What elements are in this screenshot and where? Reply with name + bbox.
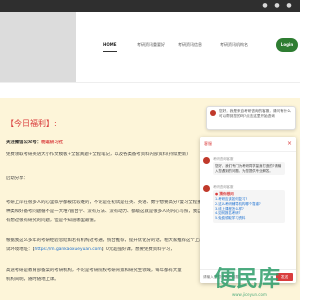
article-paragraph: 有想过很有研究的问题，但是不知道哪里最值。 bbox=[6, 218, 99, 223]
article-paragraph: 机构间明，随时随地上课。 bbox=[6, 277, 59, 282]
paragraph-text: 试环境地址：【 bbox=[6, 247, 35, 252]
consult-invite-bubble[interactable]: 您好，我是来自考研咨询的客服，请问有什么可以帮到您的吗?点击这里开始咨询 bbox=[206, 106, 296, 130]
invite-text: 您好，我是来自考研咨询的客服，请问有什么可以帮到您的吗?点击这里开始咨询 bbox=[219, 109, 291, 118]
site-watermark-url: www.jiceyun.com bbox=[232, 292, 267, 297]
article-title: 【今日福利】: bbox=[6, 119, 57, 128]
article-paragraph: 关注微信公众号：杨逗研习社 bbox=[6, 140, 202, 146]
weibo-icon[interactable]: ● bbox=[274, 3, 280, 9]
paragraph-text: 】0元超强好课，想要免费资料学习， bbox=[101, 247, 175, 252]
greeting-message: 您好，我们专门为考研同学量身打造的?请输入您遇到的问题，为您提供专业解答。 bbox=[213, 162, 285, 176]
article-paragraph: 种类和好备考问题循不是一大堆?圆台学、没有方法、没有动力、都级这就是很多人的内心… bbox=[6, 209, 202, 214]
chat-header: 客服 × bbox=[200, 137, 296, 152]
agent-avatar bbox=[203, 185, 210, 192]
nav-item-2[interactable]: 考研资讯信息 bbox=[178, 42, 202, 48]
faq-item[interactable]: 5.免费领取学习资料 bbox=[215, 216, 283, 221]
site-logo[interactable] bbox=[0, 12, 76, 82]
top-bar: ● ● ● bbox=[0, 0, 300, 12]
chat-title: 客服 bbox=[204, 141, 212, 146]
agent-avatar bbox=[210, 110, 216, 116]
site-header: HOME 考研资讯重要好 考研资讯信息 考研资讯机构名 Login bbox=[0, 12, 300, 83]
qq-icon[interactable]: ● bbox=[286, 3, 292, 9]
wechat-account-name: 杨逗研习社 bbox=[41, 140, 64, 145]
agent-avatar bbox=[203, 157, 210, 164]
chat-window: 客服 × 考研咨询客服 您好，我们专门为考研同学量身打造的?请输入您遇到的问题，… bbox=[200, 137, 296, 283]
nav-item-3[interactable]: 考研资讯机构名 bbox=[220, 42, 248, 48]
login-button[interactable]: Login bbox=[276, 38, 298, 52]
nav-item-1[interactable]: 考研资讯重要好 bbox=[137, 42, 165, 48]
faq-message: ● 猜你想问 1.考研应该如何复习? 2.这么考研辅导机构哪个靠谱? 3.线上课… bbox=[213, 190, 285, 223]
nav-home[interactable]: HOME bbox=[103, 42, 116, 48]
agent-name: 考研咨询客服 bbox=[213, 157, 234, 161]
article-paragraph: 考研上岸在很多人的心里似乎都被比较难的，不论是在初试是在英、英语、数学想要高分?… bbox=[6, 200, 202, 205]
agent-name: 考研咨询客服 bbox=[213, 185, 234, 189]
article-paragraph: 免费领取考研英语大小作文模板+全套真题+全程笔记，以及各类备考资料内部资料(持续… bbox=[6, 152, 189, 157]
close-icon[interactable]: × bbox=[286, 140, 293, 147]
nav-active-indicator bbox=[103, 51, 117, 52]
wechat-icon[interactable]: ● bbox=[262, 3, 268, 9]
site-watermark: 便民库 bbox=[214, 267, 281, 292]
course-link[interactable]: https://m.gankaoxueyuan.com bbox=[35, 247, 102, 252]
paragraph-label: 关注微信公众号： bbox=[6, 140, 42, 145]
article-paragraph: 高途考研是教育部备案的考研机构，不论是考研院校考研背景和研究生领域，每年都有大量 bbox=[6, 268, 182, 273]
article-paragraph: 试环境地址：【https://m.gankaoxueyuan.com】0元超强好… bbox=[6, 247, 202, 253]
article-paragraph: 根据我这么多年的考研经验总结如若有机构过考通，统合推荐，提升优化分的话，相大家推… bbox=[6, 238, 202, 243]
article-paragraph: 启幼分享： bbox=[6, 176, 28, 181]
